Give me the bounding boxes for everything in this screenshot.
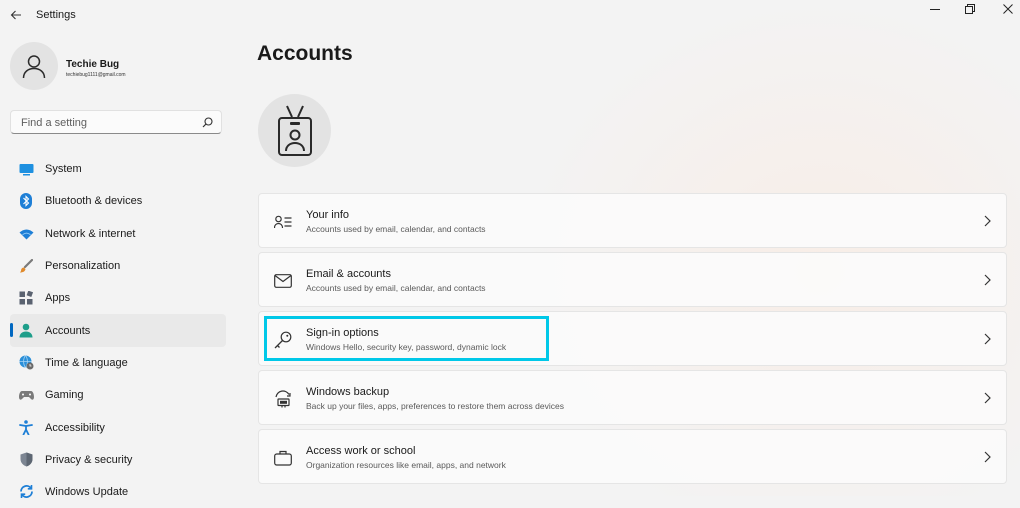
avatar — [10, 42, 58, 90]
email-accounts-card[interactable]: Email & accounts Accounts used by email,… — [258, 252, 1007, 307]
chevron-right-icon — [984, 215, 991, 227]
minimize-icon — [930, 9, 940, 10]
sidebar-item-label: Privacy & security — [45, 453, 133, 466]
person-list-icon — [273, 212, 292, 231]
access-work-school-card[interactable]: Access work or school Organization resou… — [258, 429, 1007, 484]
your-info-card[interactable]: Your info Accounts used by email, calend… — [258, 193, 1007, 248]
search-box[interactable] — [10, 110, 222, 134]
restore-icon — [965, 4, 975, 14]
chevron-right-icon — [984, 392, 991, 404]
profile-name: Techie Bug — [66, 59, 120, 70]
sidebar-nav: System Bluetooth & devices Network & int… — [10, 153, 226, 508]
chevron-right-icon — [984, 274, 991, 286]
sidebar-item-windows-update[interactable]: Windows Update — [10, 476, 226, 508]
card-title: Your info — [306, 209, 350, 221]
close-icon — [1003, 4, 1013, 14]
gamepad-icon — [18, 387, 34, 403]
paintbrush-icon — [18, 258, 34, 274]
profile-email: techiebug1111@gmail.com — [66, 72, 126, 78]
accessibility-icon — [18, 419, 34, 435]
search-icon[interactable] — [202, 117, 213, 128]
card-subtitle: Accounts used by email, calendar, and co… — [306, 283, 486, 293]
card-subtitle: Back up your files, apps, preferences to… — [306, 401, 564, 411]
bluetooth-icon — [18, 193, 34, 210]
card-subtitle: Windows Hello, security key, password, d… — [306, 342, 507, 352]
chevron-right-icon — [984, 451, 991, 463]
sidebar-item-accessibility[interactable]: Accessibility — [10, 411, 226, 443]
sidebar-item-label: Gaming — [45, 389, 84, 402]
card-subtitle: Organization resources like email, apps,… — [306, 460, 506, 470]
sidebar-item-label: Windows Update — [45, 486, 129, 499]
minimize-button[interactable] — [918, 0, 952, 18]
restore-button[interactable] — [953, 0, 987, 18]
card-title: Access work or school — [306, 445, 416, 457]
shield-icon — [18, 452, 34, 468]
monitor-icon — [18, 161, 34, 177]
title-bar: Settings — [0, 0, 1020, 30]
backup-sync-icon — [273, 389, 292, 408]
search-input[interactable] — [19, 114, 203, 132]
sidebar-item-label: Network & internet — [45, 227, 136, 240]
sidebar-item-label: Time & language — [45, 356, 128, 369]
briefcase-icon — [273, 448, 292, 467]
sidebar-item-label: Apps — [45, 292, 71, 305]
sidebar-item-label: Accounts — [45, 324, 91, 337]
arrow-left-icon — [10, 10, 21, 20]
sidebar-item-label: Bluetooth & devices — [45, 195, 143, 208]
accounts-hero-image — [258, 94, 331, 167]
key-icon — [273, 330, 292, 349]
chevron-right-icon — [984, 333, 991, 345]
sidebar-item-system[interactable]: System — [10, 153, 226, 185]
sidebar-item-label: System — [45, 163, 82, 176]
id-badge-icon — [277, 105, 312, 156]
apps-grid-icon — [18, 290, 34, 306]
back-button[interactable] — [6, 5, 26, 25]
card-subtitle: Accounts used by email, calendar, and co… — [306, 224, 486, 234]
sidebar-item-privacy-security[interactable]: Privacy & security — [10, 444, 226, 476]
sidebar-item-gaming[interactable]: Gaming — [10, 379, 226, 411]
mail-icon — [273, 271, 292, 290]
update-icon — [18, 484, 34, 500]
wifi-icon — [18, 226, 34, 242]
person-icon — [18, 322, 34, 338]
sidebar-item-network[interactable]: Network & internet — [10, 218, 226, 250]
windows-backup-card[interactable]: Windows backup Back up your files, apps,… — [258, 370, 1007, 425]
app-title: Settings — [36, 9, 76, 21]
globe-clock-icon — [18, 355, 34, 371]
sidebar-item-time-language[interactable]: Time & language — [10, 347, 226, 379]
sign-in-options-card[interactable]: Sign-in options Windows Hello, security … — [258, 311, 1007, 366]
sidebar-item-accounts[interactable]: Accounts — [10, 314, 226, 347]
person-icon — [22, 55, 46, 79]
card-title: Windows backup — [306, 386, 390, 398]
card-title: Sign-in options — [306, 327, 379, 339]
page-title: Accounts — [257, 42, 353, 65]
sidebar-item-label: Accessibility — [45, 421, 105, 434]
sidebar-item-bluetooth[interactable]: Bluetooth & devices — [10, 185, 226, 217]
sidebar-item-personalization[interactable]: Personalization — [10, 250, 226, 282]
sidebar-item-apps[interactable]: Apps — [10, 282, 226, 314]
card-title: Email & accounts — [306, 268, 391, 280]
close-button[interactable] — [991, 0, 1020, 18]
sidebar-item-label: Personalization — [45, 260, 121, 273]
